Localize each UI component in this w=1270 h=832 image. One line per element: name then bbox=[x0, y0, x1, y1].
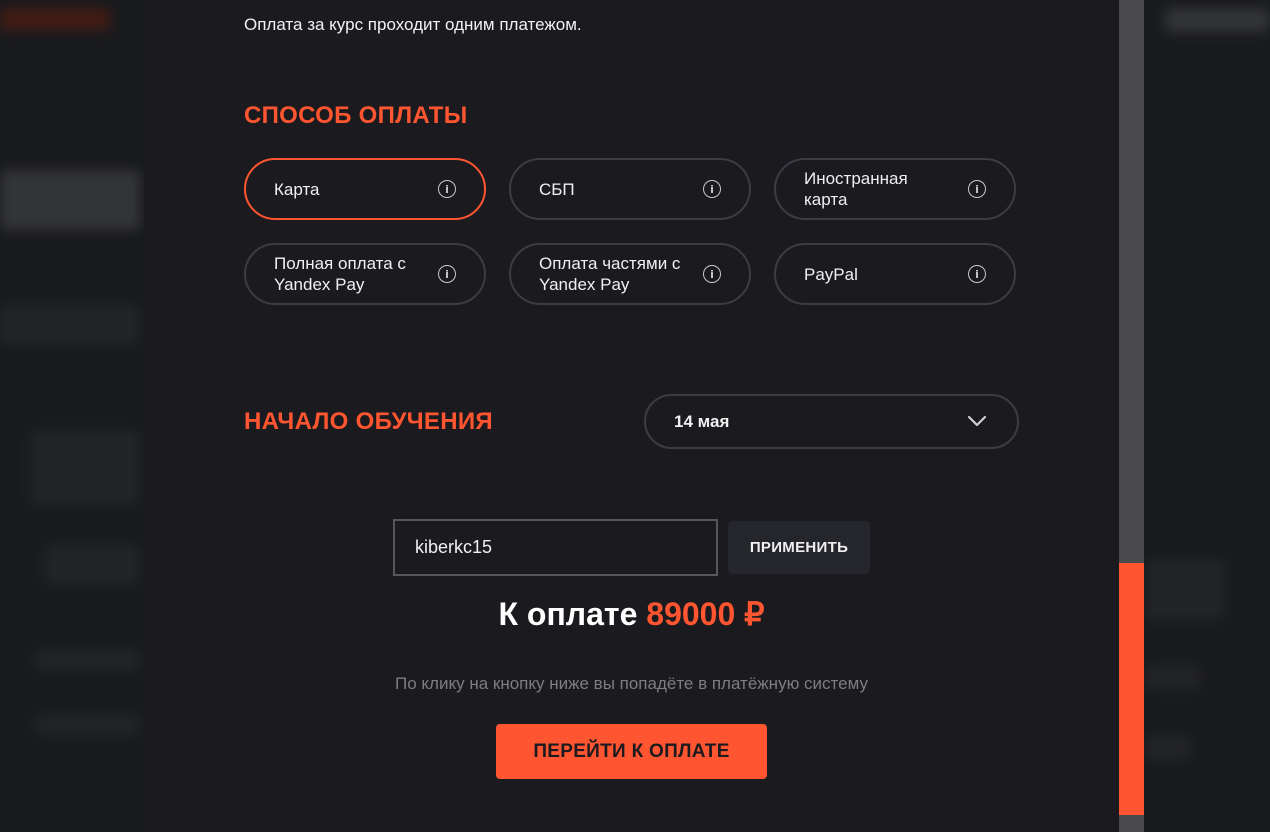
payment-method-label: СБП bbox=[539, 179, 575, 199]
payment-method-card[interactable]: Карта i bbox=[244, 158, 486, 220]
info-icon[interactable]: i bbox=[703, 180, 721, 198]
payment-method-paypal[interactable]: PayPal i bbox=[774, 243, 1016, 305]
scrollbar-thumb[interactable] bbox=[1119, 563, 1144, 815]
info-icon[interactable]: i bbox=[438, 265, 456, 283]
start-date-select[interactable]: 14 мая bbox=[644, 394, 1019, 449]
apply-promo-button[interactable]: ПРИМЕНИТЬ bbox=[728, 521, 870, 574]
payment-method-label: Оплата частями с Yandex Pay bbox=[539, 254, 681, 294]
payment-method-yandex-split[interactable]: Оплата частями с Yandex Pay i bbox=[509, 243, 751, 305]
modal-scrollbar[interactable] bbox=[1119, 0, 1144, 832]
info-icon[interactable]: i bbox=[438, 180, 456, 198]
promo-code-input[interactable] bbox=[393, 519, 718, 576]
intro-text: Оплата за курс проходит одним платежом. bbox=[244, 15, 582, 34]
payment-method-title: СПОСОБ ОПЛАТЫ bbox=[244, 102, 468, 129]
payment-method-sbp[interactable]: СБП i bbox=[509, 158, 751, 220]
chevron-down-icon bbox=[967, 412, 987, 432]
total-amount: К оплате 89000 ₽ bbox=[144, 595, 1119, 633]
info-icon[interactable]: i bbox=[968, 265, 986, 283]
payment-method-foreign-card[interactable]: Иностранная карта i bbox=[774, 158, 1016, 220]
info-icon[interactable]: i bbox=[968, 180, 986, 198]
total-label: К оплате bbox=[498, 596, 638, 632]
payment-hint: По клику на кнопку ниже вы попадёте в пл… bbox=[395, 674, 868, 693]
payment-method-label: Полная оплата с Yandex Pay bbox=[274, 254, 406, 294]
payment-method-label: Иностранная карта bbox=[804, 169, 908, 209]
payment-method-yandex-full[interactable]: Полная оплата с Yandex Pay i bbox=[244, 243, 486, 305]
start-date-value: 14 мая bbox=[674, 411, 730, 431]
info-icon[interactable]: i bbox=[703, 265, 721, 283]
start-date-title: НАЧАЛО ОБУЧЕНИЯ bbox=[244, 408, 493, 435]
payment-modal: Оплата за курс проходит одним платежом. … bbox=[144, 0, 1119, 832]
go-to-payment-button[interactable]: ПЕРЕЙТИ К ОПЛАТЕ bbox=[496, 724, 767, 779]
payment-method-label: PayPal bbox=[804, 264, 858, 284]
total-value: 89000 ₽ bbox=[646, 596, 765, 632]
payment-method-label: Карта bbox=[274, 179, 320, 199]
